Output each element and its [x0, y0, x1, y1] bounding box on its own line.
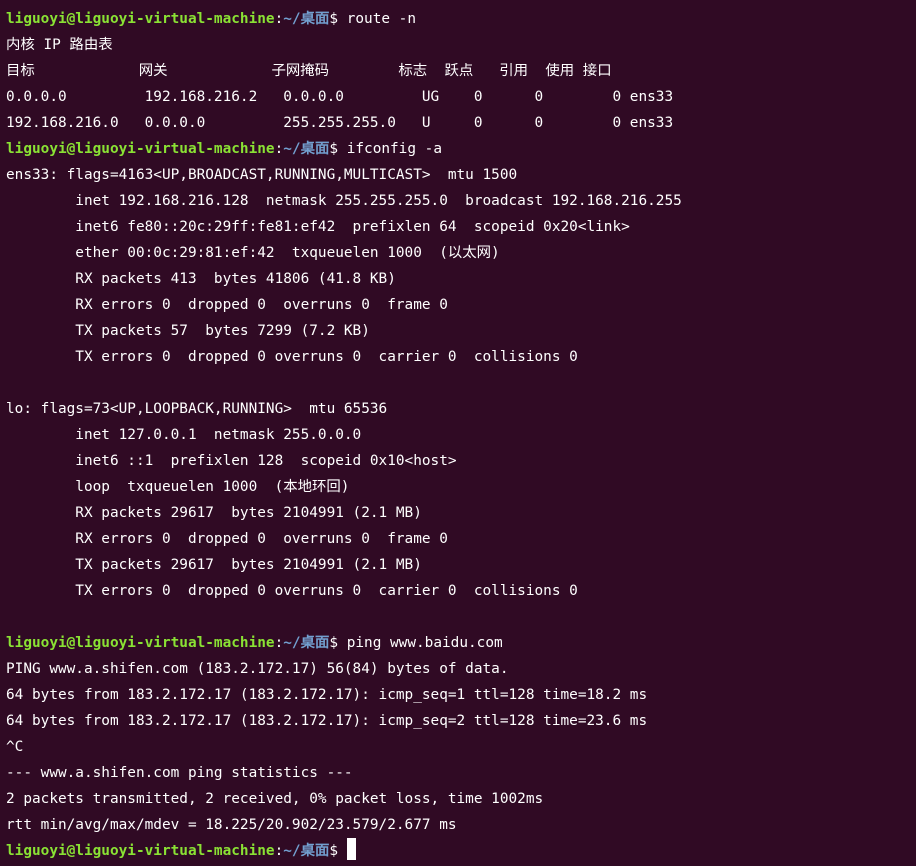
- output-line: inet 192.168.216.128 netmask 255.255.255…: [6, 193, 682, 209]
- output-line: 64 bytes from 183.2.172.17 (183.2.172.17…: [6, 713, 648, 729]
- output-line: 内核 IP 路由表: [6, 37, 113, 53]
- output-line: ^C: [6, 739, 24, 755]
- output-line: 64 bytes from 183.2.172.17 (183.2.172.17…: [6, 687, 648, 703]
- terminal-window[interactable]: liguoyi@liguoyi-virtual-machine:~/桌面$ ro…: [6, 6, 916, 866]
- output-line: ens33: flags=4163<UP,BROADCAST,RUNNING,M…: [6, 167, 518, 183]
- output-line: inet6 ::1 prefixlen 128 scopeid 0x10<hos…: [6, 453, 457, 469]
- prompt-line: liguoyi@liguoyi-virtual-machine:~/桌面$ pi…: [6, 630, 916, 656]
- prompt-colon: :: [274, 843, 284, 859]
- output-line: 2 packets transmitted, 2 received, 0% pa…: [6, 791, 544, 807]
- output-line: inet 127.0.0.1 netmask 255.0.0.0: [6, 427, 362, 443]
- command-text: route -n: [346, 11, 417, 27]
- output-line: TX packets 57 bytes 7299 (7.2 KB): [6, 323, 370, 339]
- output-line: RX packets 413 bytes 41806 (41.8 KB): [6, 271, 396, 287]
- output-line: --- www.a.shifen.com ping statistics ---: [6, 765, 353, 781]
- prompt-line: liguoyi@liguoyi-virtual-machine:~/桌面$ ro…: [6, 6, 916, 32]
- prompt-symbol: $: [329, 141, 347, 157]
- output-line: TX packets 29617 bytes 2104991 (2.1 MB): [6, 557, 422, 573]
- prompt-user: liguoyi@liguoyi-virtual-machine: [6, 141, 275, 157]
- output-line: 192.168.216.0 0.0.0.0 255.255.255.0 U 0 …: [6, 115, 674, 131]
- output-line: TX errors 0 dropped 0 overruns 0 carrier…: [6, 583, 578, 599]
- prompt-path: ~/桌面: [283, 635, 330, 651]
- command-text: ping www.baidu.com: [346, 635, 503, 651]
- prompt-line: liguoyi@liguoyi-virtual-machine:~/桌面$ if…: [6, 136, 916, 162]
- output-line: 目标 网关 子网掩码 标志 跃点 引用 使用 接口: [6, 63, 612, 79]
- output-line: rtt min/avg/max/mdev = 18.225/20.902/23.…: [6, 817, 457, 833]
- output-line: RX errors 0 dropped 0 overruns 0 frame 0: [6, 531, 448, 547]
- text-cursor[interactable]: [346, 838, 356, 860]
- prompt-colon: :: [274, 141, 284, 157]
- output-line: inet6 fe80::20c:29ff:fe81:ef42 prefixlen…: [6, 219, 630, 235]
- prompt-colon: :: [274, 11, 284, 27]
- prompt-symbol: $: [329, 843, 347, 859]
- output-line: RX packets 29617 bytes 2104991 (2.1 MB): [6, 505, 422, 521]
- output-line: lo: flags=73<UP,LOOPBACK,RUNNING> mtu 65…: [6, 401, 388, 417]
- output-line: TX errors 0 dropped 0 overruns 0 carrier…: [6, 349, 578, 365]
- prompt-path: ~/桌面: [283, 843, 330, 859]
- prompt-user: liguoyi@liguoyi-virtual-machine: [6, 635, 275, 651]
- command-text: ifconfig -a: [346, 141, 443, 157]
- prompt-symbol: $: [329, 11, 347, 27]
- output-line: RX errors 0 dropped 0 overruns 0 frame 0: [6, 297, 448, 313]
- prompt-path: ~/桌面: [283, 11, 330, 27]
- prompt-symbol: $: [329, 635, 347, 651]
- output-line: PING www.a.shifen.com (183.2.172.17) 56(…: [6, 661, 509, 677]
- output-line: 0.0.0.0 192.168.216.2 0.0.0.0 UG 0 0 0 e…: [6, 89, 674, 105]
- output-line: ether 00:0c:29:81:ef:42 txqueuelen 1000 …: [6, 245, 500, 261]
- prompt-user: liguoyi@liguoyi-virtual-machine: [6, 11, 275, 27]
- prompt-user: liguoyi@liguoyi-virtual-machine: [6, 843, 275, 859]
- active-prompt-line[interactable]: liguoyi@liguoyi-virtual-machine:~/桌面$: [6, 838, 916, 864]
- prompt-path: ~/桌面: [283, 141, 330, 157]
- output-line: loop txqueuelen 1000 (本地环回): [6, 479, 350, 495]
- prompt-colon: :: [274, 635, 284, 651]
